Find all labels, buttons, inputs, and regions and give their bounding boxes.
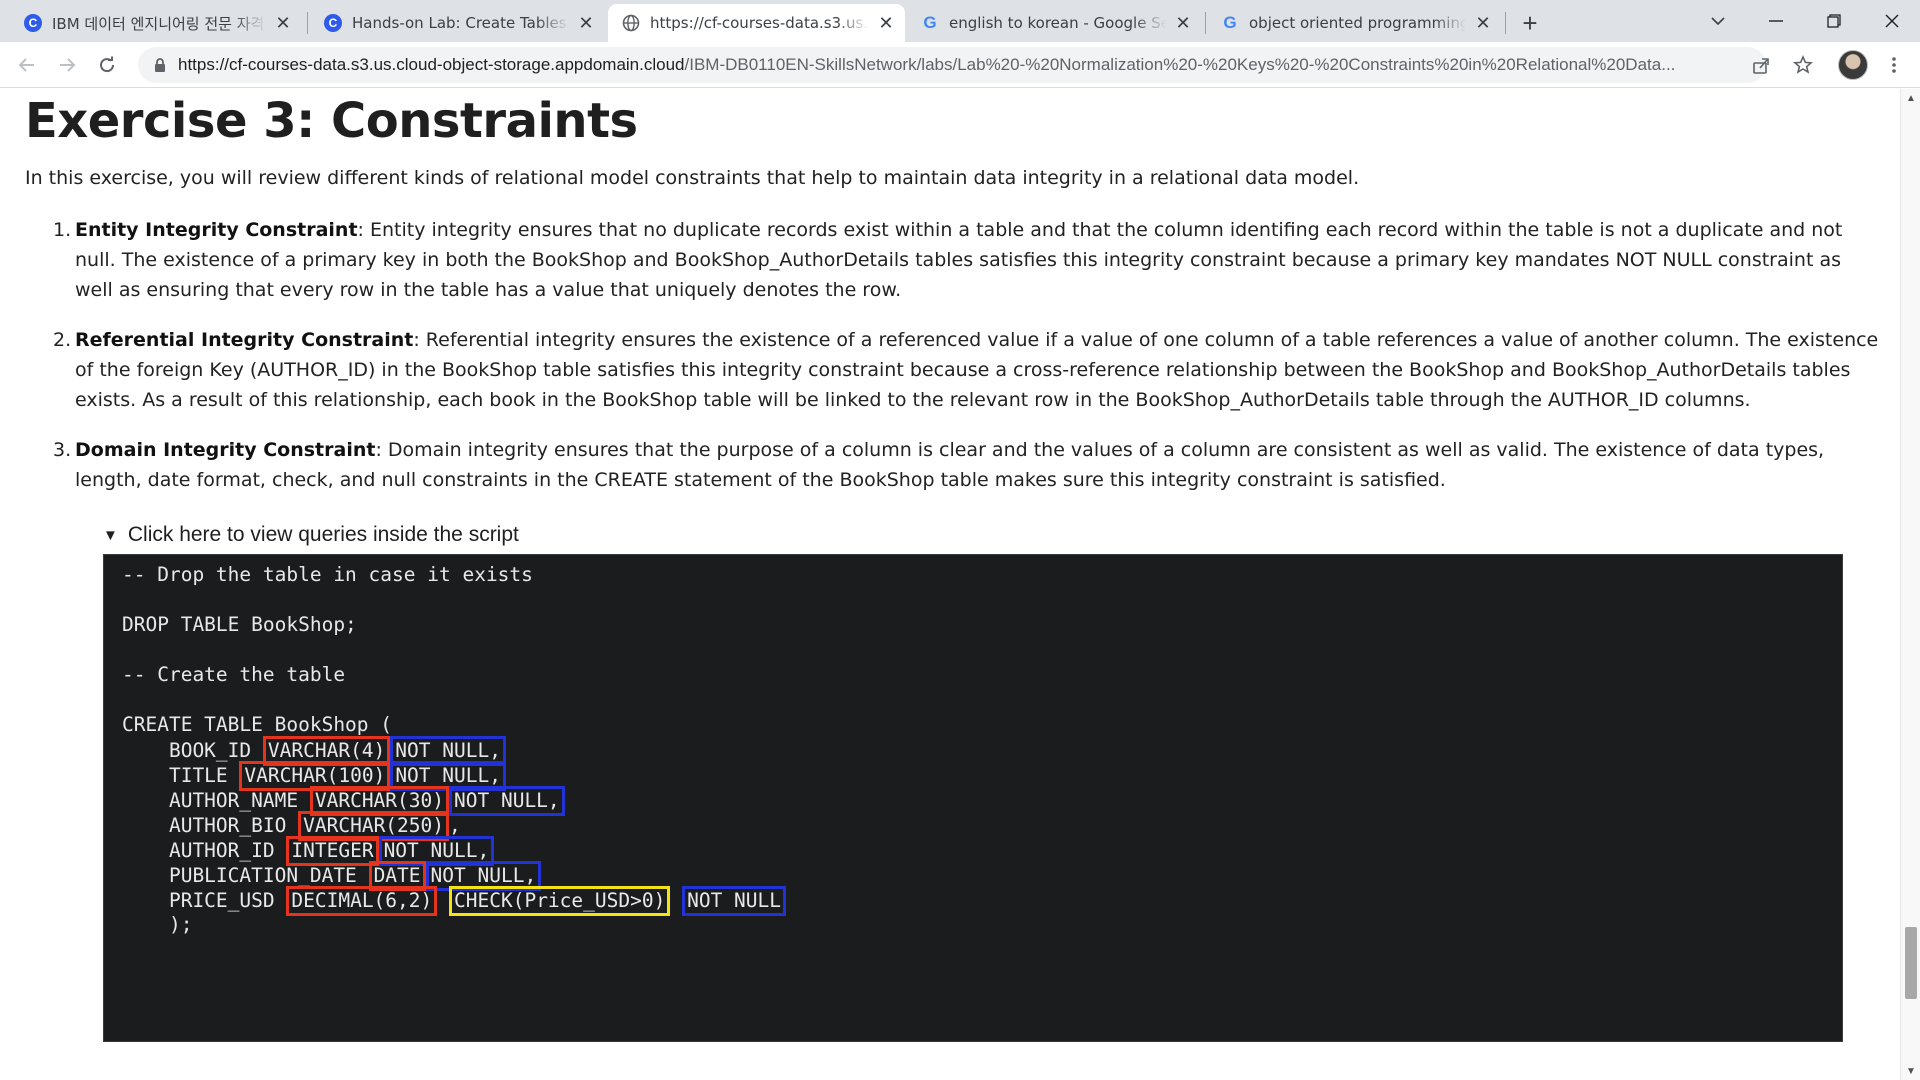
list-item: 1. Entity Integrity Constraint: Entity i… bbox=[25, 215, 1880, 305]
url-text: https://cf-courses-data.s3.us.cloud-obje… bbox=[178, 55, 1708, 75]
code-column-line: PUBLICATION_DATE DATE NOT NULL, bbox=[122, 861, 542, 891]
globe-icon bbox=[622, 14, 640, 32]
intro-paragraph: In this exercise, you will review differ… bbox=[25, 167, 1360, 189]
close-icon[interactable]: ✕ bbox=[877, 13, 895, 33]
details-summary: Click here to view queries inside the sc… bbox=[127, 523, 519, 546]
address-bar[interactable]: https://cf-courses-data.s3.us.cloud-obje… bbox=[138, 47, 1769, 83]
column-name: AUTHOR_ID bbox=[122, 839, 275, 862]
new-tab-button[interactable]: + bbox=[1515, 8, 1545, 38]
code-column-line: PRICE_USD DECIMAL(6,2) CHECK(Price_USD>0… bbox=[122, 886, 787, 916]
scroll-down-arrow-icon[interactable]: ▼ bbox=[1901, 1062, 1920, 1080]
list-term: Entity Integrity Constraint bbox=[75, 219, 358, 241]
page-scrollbar[interactable]: ▲ ▼ bbox=[1900, 89, 1920, 1080]
code-block: -- Drop the table in case it exists DROP… bbox=[103, 554, 1843, 1042]
tab-cf-courses[interactable]: https://cf-courses-data.s3.us.cloud ✕ bbox=[608, 4, 905, 42]
share-icon[interactable] bbox=[1750, 55, 1772, 77]
list-term: Referential Integrity Constraint bbox=[75, 329, 414, 351]
code-create-statement: CREATE TABLE BookShop ( bbox=[122, 713, 393, 736]
scroll-up-arrow-icon[interactable]: ▲ bbox=[1901, 89, 1920, 107]
list-term: Domain Integrity Constraint bbox=[75, 439, 376, 461]
google-icon: G bbox=[1223, 13, 1237, 32]
coursera-icon: C bbox=[324, 14, 342, 32]
tab-search-button[interactable] bbox=[1690, 0, 1746, 42]
coursera-icon: C bbox=[24, 14, 42, 32]
url-domain: https://cf-courses-data.s3.us.cloud-obje… bbox=[178, 55, 685, 74]
tab-title: IBM 데이터 엔지니어링 전문 자격증 bbox=[52, 14, 266, 33]
code-drop-statement: DROP TABLE BookShop; bbox=[122, 613, 357, 636]
browser-toolbar: https://cf-courses-data.s3.us.cloud-obje… bbox=[0, 42, 1920, 88]
code-column-line: AUTHOR_NAME VARCHAR(30) NOT NULL, bbox=[122, 786, 565, 816]
back-button[interactable] bbox=[10, 48, 44, 82]
code-column-line: AUTHOR_ID INTEGER NOT NULL, bbox=[122, 836, 495, 866]
code-close-paren: ); bbox=[122, 913, 193, 936]
triangle-down-icon: ▼ bbox=[103, 526, 118, 544]
code-column-line: BOOK_ID VARCHAR(4) NOT NULL, bbox=[122, 736, 506, 766]
browser-menu-button[interactable] bbox=[1880, 50, 1908, 80]
page-viewport: Exercise 3: Constraints In this exercise… bbox=[0, 89, 1900, 1080]
tab-separator bbox=[307, 12, 308, 34]
tab-ibm-korean[interactable]: C IBM 데이터 엔지니어링 전문 자격증 ✕ bbox=[10, 4, 302, 42]
close-icon[interactable]: ✕ bbox=[577, 13, 595, 33]
column-name: TITLE bbox=[122, 764, 228, 787]
code-column-line: AUTHOR_BIO VARCHAR(250), bbox=[122, 811, 461, 841]
code-column-line: TITLE VARCHAR(100) NOT NULL, bbox=[122, 761, 506, 791]
page-title: Exercise 3: Constraints bbox=[25, 93, 638, 149]
tab-title: object oriented programming lang bbox=[1249, 14, 1466, 32]
code-comment: -- Drop the table in case it exists bbox=[122, 563, 533, 586]
restore-button[interactable] bbox=[1806, 0, 1862, 42]
close-icon[interactable]: ✕ bbox=[1474, 13, 1492, 33]
details-toggle[interactable]: ▼ Click here to view queries inside the … bbox=[103, 523, 519, 547]
lock-icon[interactable] bbox=[152, 57, 168, 73]
reload-button[interactable] bbox=[90, 48, 124, 82]
tab-separator bbox=[1205, 12, 1206, 34]
tab-separator bbox=[1505, 12, 1506, 34]
forward-button[interactable] bbox=[50, 48, 84, 82]
code-comma: , bbox=[449, 814, 461, 837]
column-name: AUTHOR_NAME bbox=[122, 789, 299, 812]
tab-title: english to korean - Google Search bbox=[949, 14, 1166, 32]
scrollbar-thumb[interactable] bbox=[1905, 927, 1917, 999]
not-null-highlight: NOT NULL bbox=[682, 886, 787, 916]
list-item: 3. Domain Integrity Constraint: Domain i… bbox=[25, 435, 1880, 495]
tab-title: https://cf-courses-data.s3.us.cloud bbox=[650, 14, 869, 32]
column-name: AUTHOR_BIO bbox=[122, 814, 287, 837]
close-icon[interactable]: ✕ bbox=[1174, 13, 1192, 33]
tab-strip: C IBM 데이터 엔지니어링 전문 자격증 ✕ C Hands-on Lab:… bbox=[0, 0, 1920, 42]
tab-title: Hands-on Lab: Create Tables and bbox=[352, 14, 569, 32]
column-name: BOOK_ID bbox=[122, 739, 252, 762]
close-window-button[interactable] bbox=[1864, 0, 1920, 42]
list-number: 2. bbox=[53, 329, 72, 351]
tab-hands-on-lab[interactable]: C Hands-on Lab: Create Tables and ✕ bbox=[310, 4, 605, 42]
close-icon[interactable]: ✕ bbox=[274, 13, 292, 33]
column-name: PRICE_USD bbox=[122, 889, 275, 912]
code-comment: -- Create the table bbox=[122, 663, 346, 686]
list-number: 3. bbox=[53, 439, 72, 461]
tab-oop[interactable]: G object oriented programming lang ✕ bbox=[1207, 4, 1502, 42]
list-number: 1. bbox=[53, 219, 72, 241]
url-path: /IBM-DB0110EN-SkillsNetwork/labs/Lab%20-… bbox=[684, 55, 1676, 74]
constraints-list: 1. Entity Integrity Constraint: Entity i… bbox=[25, 215, 1880, 515]
google-icon: G bbox=[923, 13, 937, 32]
check-highlight: CHECK(Price_USD>0) bbox=[449, 886, 671, 916]
minimize-button[interactable] bbox=[1748, 0, 1804, 42]
tab-english-to-korean[interactable]: G english to korean - Google Search ✕ bbox=[907, 4, 1202, 42]
column-name: PUBLICATION_DATE bbox=[122, 864, 357, 887]
bookmark-star-icon[interactable] bbox=[1792, 54, 1814, 76]
datatype-highlight: DECIMAL(6,2) bbox=[286, 886, 438, 916]
list-item: 2. Referential Integrity Constraint: Ref… bbox=[25, 325, 1880, 415]
profile-avatar[interactable] bbox=[1838, 50, 1868, 80]
not-null-highlight: NOT NULL, bbox=[449, 786, 565, 816]
